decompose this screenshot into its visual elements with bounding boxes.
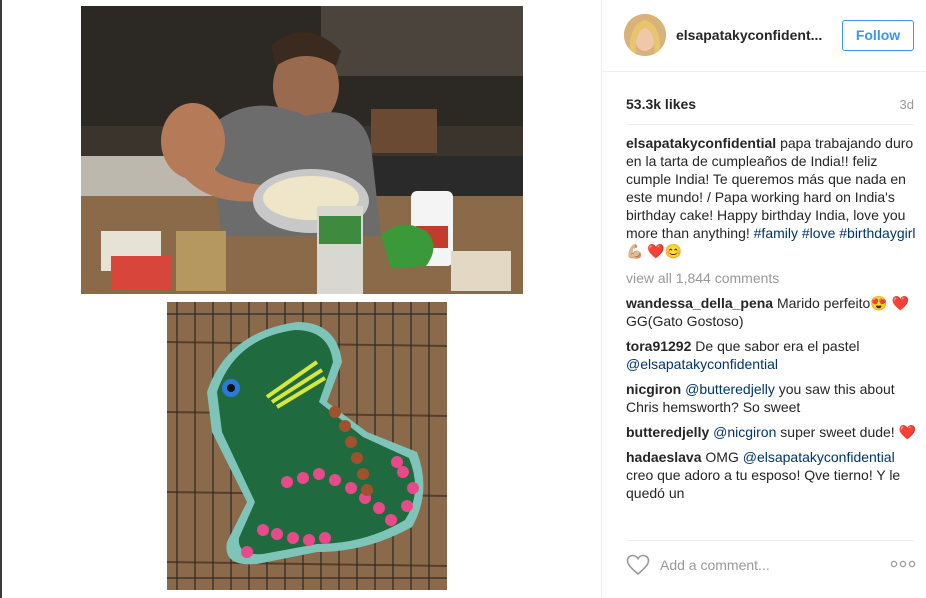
comment-text: De que sabor era el pastel (695, 338, 860, 354)
comment-item: nicgiron @butteredjelly you saw this abo… (626, 380, 916, 416)
comment-text: OMG (705, 449, 743, 465)
heart-icon[interactable] (626, 554, 650, 576)
post-detail-panel: elsapatakyconfident... Follow 53.3k like… (601, 0, 926, 598)
caption-emoji: 💪🏼 ❤️😊 (626, 243, 683, 259)
post-photo-cake[interactable] (167, 302, 447, 590)
comment-item: butteredjelly @nicgiron super sweet dude… (626, 423, 916, 441)
comment-username[interactable]: butteredjelly (626, 424, 709, 440)
caption-username[interactable]: elsapatakyconfidential (626, 135, 776, 151)
comment-username[interactable]: wandessa_della_pena (626, 295, 773, 311)
comment-text: super sweet dude! ❤️ (776, 424, 916, 440)
comment-username[interactable]: hadaeslava (626, 449, 702, 465)
post-username[interactable]: elsapatakyconfident... (676, 27, 822, 43)
comments-list: elsapatakyconfidential papa trabajando d… (626, 134, 916, 530)
comment-item: hadaeslava OMG @elsapatakyconfidential c… (626, 448, 916, 502)
comment-mention[interactable]: @elsapatakyconfidential (743, 449, 895, 465)
comment-username[interactable]: nicgiron (626, 381, 681, 397)
likes-row: 53.3k likes 3d (626, 96, 914, 114)
post-timestamp[interactable]: 3d (900, 97, 914, 112)
comment-mention[interactable]: @butteredjelly (685, 381, 775, 397)
media-column (2, 0, 601, 598)
comment-text: creo que adoro a tu esposo! Qve tierno! … (626, 467, 901, 501)
post-header: elsapatakyconfident... Follow (602, 0, 926, 72)
add-comment-row (626, 548, 916, 584)
likes-count[interactable]: 53.3k likes (626, 96, 696, 112)
follow-button[interactable]: Follow (842, 20, 914, 51)
more-options-icon[interactable] (890, 556, 916, 572)
caption: elsapatakyconfidential papa trabajando d… (626, 134, 916, 260)
add-comment-input[interactable] (660, 554, 860, 576)
hashtag-birthdaygirl[interactable]: #birthdaygirl (839, 225, 915, 241)
comment-divider (626, 540, 914, 541)
comment-mention[interactable]: @nicgiron (713, 424, 776, 440)
hashtag-family[interactable]: #family (754, 225, 798, 241)
hashtag-love[interactable]: #love (802, 225, 835, 241)
comment-username[interactable]: tora91292 (626, 338, 691, 354)
post-photo-kitchen[interactable] (81, 6, 523, 294)
comment-mention[interactable]: @elsapatakyconfidential (626, 356, 778, 372)
comment-item: wandessa_della_pena Marido perfeito😍 ❤️ … (626, 294, 916, 330)
divider (626, 124, 914, 125)
avatar[interactable] (624, 14, 666, 56)
comment-item: tora91292 De que sabor era el pastel @el… (626, 337, 916, 373)
view-all-comments-link[interactable]: view all 1,844 comments (626, 269, 916, 287)
